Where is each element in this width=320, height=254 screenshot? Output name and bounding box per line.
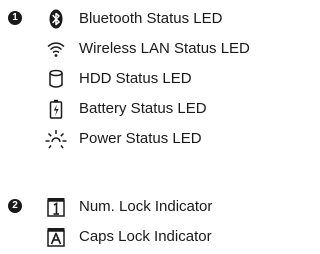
led-label: Battery Status LED [79,100,207,117]
bluetooth-icon [44,8,68,30]
led-item-num-lock: 2 Num. Lock Indicator [0,196,296,220]
led-label: Caps Lock Indicator [79,228,212,245]
led-item-bluetooth: 1 Bluetooth Status LED [0,8,296,32]
battery-icon [44,98,68,120]
wireless-lan-icon [44,38,68,60]
led-item-hdd: HDD Status LED [0,68,296,92]
led-item-caps-lock: Caps Lock Indicator [0,226,296,250]
led-label: Power Status LED [79,130,202,147]
led-item-battery: Battery Status LED [0,98,296,122]
num-lock-icon [44,196,68,218]
hdd-icon [44,68,68,90]
led-label: Num. Lock Indicator [79,198,213,215]
led-item-wireless-lan: Wireless LAN Status LED [0,38,296,62]
led-item-power: Power Status LED [0,128,296,152]
led-label: HDD Status LED [79,70,192,87]
group-marker-1: 1 [8,11,22,25]
led-label: Bluetooth Status LED [79,10,223,27]
led-label: Wireless LAN Status LED [79,40,250,57]
caps-lock-icon [44,226,68,248]
group-marker-2: 2 [8,199,22,213]
power-sun-icon [44,128,68,150]
